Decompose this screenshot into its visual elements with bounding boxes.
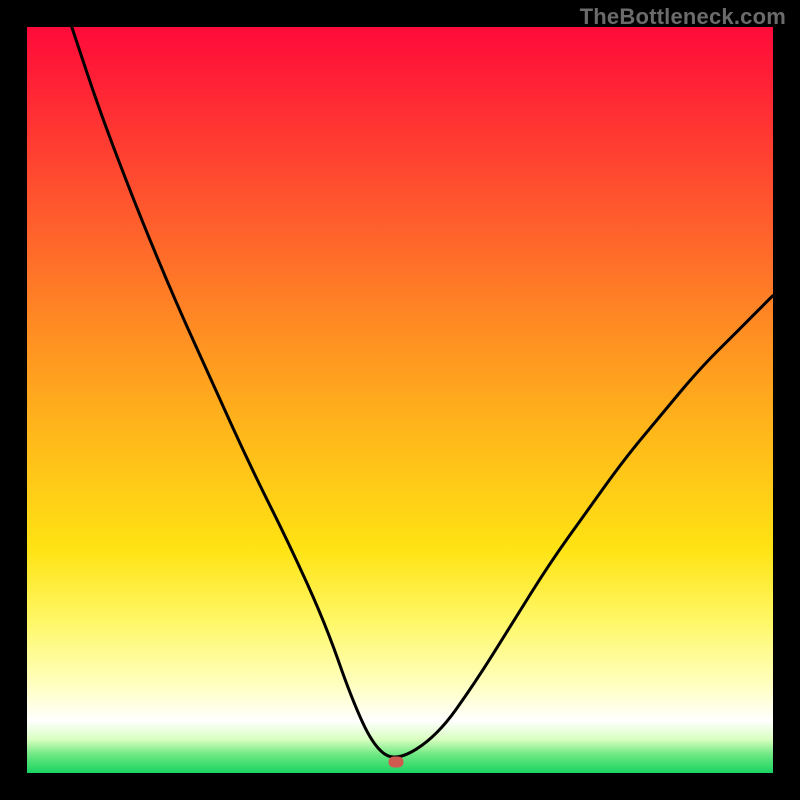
- watermark-text: TheBottleneck.com: [580, 4, 786, 30]
- optimal-point-marker: [389, 756, 404, 767]
- curve-path: [72, 27, 773, 757]
- chart-frame: TheBottleneck.com: [0, 0, 800, 800]
- bottleneck-curve: [27, 27, 773, 773]
- plot-area: [27, 27, 773, 773]
